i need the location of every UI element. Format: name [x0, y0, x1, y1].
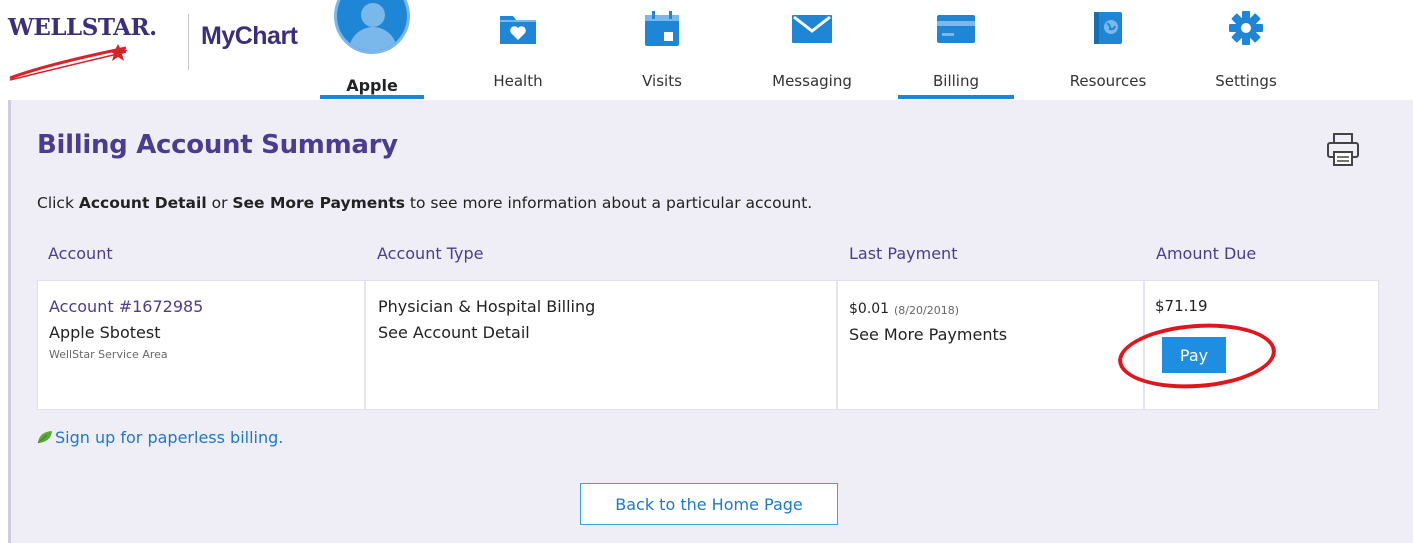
account-number-link[interactable]: Account #1672985 — [49, 297, 203, 316]
nav-health[interactable]: Health — [478, 0, 558, 100]
nav-active-underline — [320, 95, 424, 99]
see-more-payments-link[interactable]: See More Payments — [849, 325, 1007, 344]
nav-billing[interactable]: Billing — [898, 0, 1014, 100]
nav-active-underline — [898, 95, 1014, 99]
column-header-amount-due: Amount Due — [1156, 244, 1257, 263]
column-header-last-payment: Last Payment — [849, 244, 958, 263]
printer-icon[interactable] — [1323, 130, 1363, 170]
credit-card-icon — [937, 15, 975, 43]
leaf-icon — [37, 431, 52, 444]
calendar-icon — [645, 11, 679, 46]
gear-icon — [1229, 11, 1263, 45]
logo-divider — [188, 14, 189, 70]
header: WELLSTAR. MyChart Apple Health Visits Me… — [0, 0, 1413, 100]
nav-resources[interactable]: Resources — [1048, 0, 1168, 100]
instructions-mid: or — [206, 194, 233, 212]
nav-visits[interactable]: Visits — [622, 0, 702, 100]
account-type: Physician & Hospital Billing — [378, 297, 596, 316]
table-header: Account Account Type Last Payment Amount… — [37, 230, 1379, 280]
swoosh-star-icon — [9, 44, 128, 81]
paperless-billing-label: Sign up for paperless billing. — [55, 428, 284, 447]
nav-label: Health — [493, 72, 543, 90]
billing-summary-panel: Billing Account Summary Click Account De… — [8, 100, 1413, 543]
cell-account-type: Physician & Hospital Billing See Account… — [366, 281, 838, 409]
instructions-account-detail: Account Detail — [78, 194, 207, 212]
last-payment-amount: $0.01 — [849, 301, 890, 317]
nav-label: Messaging — [772, 72, 852, 90]
table-row: Account #1672985 Apple Sbotest WellStar … — [37, 280, 1379, 410]
instructions-prefix: Click — [37, 194, 79, 212]
page-title: Billing Account Summary — [37, 130, 398, 160]
folder-heart-icon — [500, 16, 536, 44]
wellstar-wordmark: WELLSTAR. — [8, 14, 157, 41]
service-area: WellStar Service Area — [49, 348, 168, 361]
billing-accounts-table: Account Account Type Last Payment Amount… — [37, 230, 1379, 410]
user-avatar-icon — [334, 0, 410, 54]
instructions-text: Click Account Detail or See More Payment… — [37, 194, 812, 212]
nav-settings[interactable]: Settings — [1196, 0, 1296, 100]
nav-label: Resources — [1069, 72, 1147, 90]
column-header-account-type: Account Type — [377, 244, 484, 263]
amount-due: $71.19 — [1155, 297, 1208, 315]
mychart-wordmark: MyChart — [201, 22, 298, 50]
instructions-see-more-payments: See More Payments — [232, 194, 405, 212]
nav-label: Apple — [346, 76, 398, 95]
see-account-detail-link[interactable]: See Account Detail — [378, 323, 530, 342]
instructions-suffix: to see more information about a particul… — [404, 194, 813, 212]
nav-messaging[interactable]: Messaging — [752, 0, 872, 100]
cell-amount-due: $71.19 Pay — [1115, 281, 1378, 409]
paperless-billing-link[interactable]: Sign up for paperless billing. — [37, 428, 283, 447]
column-header-account: Account — [48, 244, 113, 263]
cell-last-payment: $0.01 (8/20/2018) See More Payments — [838, 281, 1145, 409]
envelope-icon — [792, 15, 832, 43]
nav-label: Settings — [1215, 72, 1277, 90]
patient-name: Apple Sbotest — [49, 323, 161, 342]
nav-profile-apple[interactable]: Apple — [320, 0, 424, 100]
wellstar-mychart-logo[interactable]: WELLSTAR. MyChart — [8, 12, 308, 81]
nav-label: Visits — [642, 72, 682, 90]
nav-label: Billing — [933, 72, 979, 90]
last-payment-date: (8/20/2018) — [894, 304, 959, 317]
back-to-home-button[interactable]: Back to the Home Page — [580, 483, 838, 525]
cell-account: Account #1672985 Apple Sbotest WellStar … — [38, 281, 366, 409]
book-globe-icon — [1094, 12, 1122, 44]
pay-button[interactable]: Pay — [1162, 337, 1226, 373]
